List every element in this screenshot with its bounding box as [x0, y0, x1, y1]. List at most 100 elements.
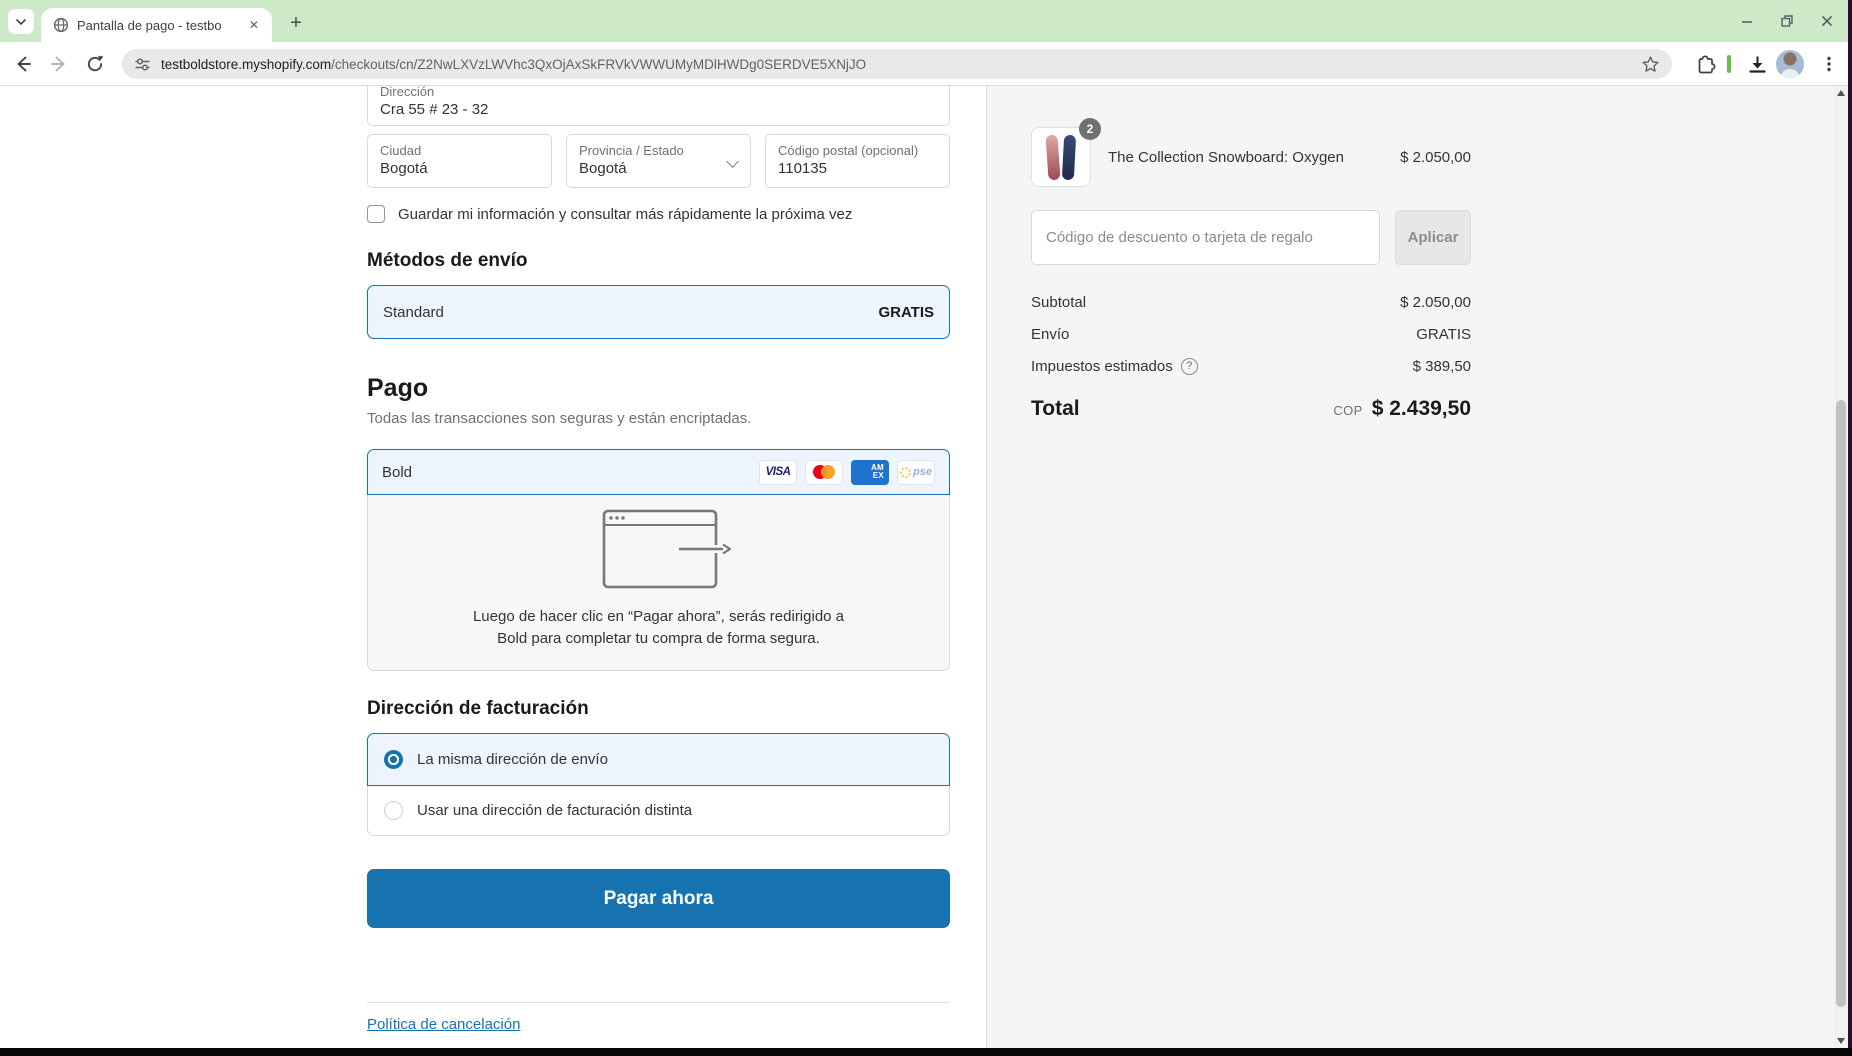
postal-code-field[interactable]: Código postal (opcional) [765, 134, 950, 188]
shipping-value: GRATIS [1416, 326, 1471, 343]
minimize-icon[interactable] [1736, 10, 1758, 32]
extensions-puzzle-icon[interactable] [1692, 51, 1718, 77]
total-value: $ 2.439,50 [1372, 397, 1471, 421]
checkout-form-pane: Dirección Ciudad Provincia / Estado Códi… [0, 86, 986, 1048]
pay-now-button[interactable]: Pagar ahora [367, 869, 950, 928]
redirect-text-line2: Bold para completar tu compra de forma s… [473, 628, 844, 650]
billing-option-same[interactable]: La misma dirección de envío [367, 733, 950, 786]
bookmark-star-icon[interactable] [1641, 55, 1660, 74]
address-label: Dirección [380, 86, 937, 100]
payment-heading: Pago [367, 374, 950, 403]
billing-option-same-label: La misma dirección de envío [417, 751, 608, 768]
close-window-icon[interactable] [1816, 10, 1838, 32]
scrollbar-thumb[interactable] [1836, 400, 1846, 1007]
total-label: Total [1031, 397, 1080, 421]
save-info-label: Guardar mi información y consultar más r… [398, 206, 852, 223]
address-field[interactable]: Dirección [367, 86, 950, 126]
window-controls [1736, 0, 1838, 42]
product-name: The Collection Snowboard: Oxygen [1108, 149, 1383, 166]
amex-icon: AMEX [851, 460, 889, 485]
desktop-edge-bottom [0, 1048, 1852, 1056]
payment-provider-option[interactable]: Bold VISA AMEX pse [367, 449, 950, 495]
taxes-row: Impuestos estimados ? $ 389,50 [1031, 350, 1471, 382]
profile-avatar[interactable] [1776, 50, 1804, 78]
footer-divider [367, 1002, 950, 1003]
download-icon[interactable] [1744, 51, 1770, 77]
subtotal-value: $ 2.050,00 [1400, 294, 1471, 311]
shipping-method-name: Standard [383, 304, 444, 321]
page-scrollbar[interactable] [1834, 86, 1848, 1048]
cart-item-row: 2 The Collection Snowboard: Oxygen $ 2.0… [1031, 127, 1471, 187]
payment-redirect-panel: Luego de hacer clic en “Pagar ahora”, se… [367, 495, 950, 671]
cancellation-policy-link[interactable]: Política de cancelación [367, 1016, 520, 1033]
browser-redirect-illustration [579, 505, 739, 600]
back-icon[interactable] [10, 51, 36, 77]
apply-discount-button[interactable]: Aplicar [1395, 210, 1471, 265]
postal-code-input[interactable] [778, 159, 937, 179]
shipping-methods-heading: Métodos de envío [367, 250, 950, 272]
payment-method-widget: Bold VISA AMEX pse [367, 449, 950, 671]
visa-icon: VISA [759, 460, 797, 485]
city-input[interactable] [380, 159, 539, 179]
pse-icon: pse [897, 460, 935, 485]
subtotal-row: Subtotal $ 2.050,00 [1031, 286, 1471, 318]
tab-close-icon[interactable]: ✕ [246, 17, 262, 33]
tab-search-chevron-icon[interactable] [8, 9, 34, 34]
url-path: /checkouts/cn/Z2NwLXVzLWVhc3QxOjAxSkFRVk… [331, 57, 866, 72]
shipping-row: Envío GRATIS [1031, 318, 1471, 350]
radio-selected-icon[interactable] [384, 750, 403, 769]
order-summary-pane: 2 The Collection Snowboard: Oxygen $ 2.0… [986, 86, 1852, 1048]
product-price: $ 2.050,00 [1400, 149, 1471, 166]
scrollbar-up-arrow-icon[interactable] [1834, 86, 1848, 100]
billing-option-different[interactable]: Usar una dirección de facturación distin… [367, 786, 950, 836]
reload-icon[interactable] [82, 51, 108, 77]
payment-subtitle: Todas las transacciones son seguras y es… [367, 410, 950, 427]
radio-unselected-icon[interactable] [384, 801, 403, 820]
forward-icon[interactable] [46, 51, 72, 77]
total-row: Total COP $ 2.439,50 [1031, 397, 1471, 421]
payment-provider-name: Bold [382, 464, 412, 481]
restore-icon[interactable] [1776, 10, 1798, 32]
desktop-edge-right [1848, 0, 1852, 1056]
province-label: Provincia / Estado [579, 143, 738, 159]
tab-title: Pantalla de pago - testbo [77, 18, 238, 33]
browser-tab[interactable]: Pantalla de pago - testbo ✕ [41, 8, 272, 42]
totals-rows: Subtotal $ 2.050,00 Envío GRATIS Impuest… [1031, 286, 1471, 382]
shipping-label: Envío [1031, 326, 1069, 343]
city-label: Ciudad [380, 143, 539, 159]
billing-address-heading: Dirección de facturación [367, 698, 950, 720]
redirect-text-line1: Luego de hacer clic en “Pagar ahora”, se… [473, 606, 844, 628]
extension-indicator [1727, 55, 1731, 73]
postal-code-label: Código postal (opcional) [778, 143, 937, 159]
help-icon[interactable]: ? [1181, 358, 1198, 375]
taxes-value: $ 389,50 [1413, 358, 1471, 375]
mastercard-icon [805, 460, 843, 485]
shipping-method-option[interactable]: Standard GRATIS [367, 285, 950, 339]
checkout-page: Dirección Ciudad Provincia / Estado Códi… [0, 86, 1852, 1048]
province-select[interactable]: Provincia / Estado [566, 134, 751, 188]
shipping-method-price: GRATIS [878, 304, 934, 321]
discount-code-input[interactable] [1031, 210, 1380, 265]
menu-dots-icon[interactable] [1816, 51, 1842, 77]
billing-option-different-label: Usar una dirección de facturación distin… [417, 802, 692, 819]
province-value[interactable] [579, 159, 738, 179]
new-tab-icon[interactable]: + [282, 9, 310, 37]
quantity-badge: 2 [1079, 118, 1101, 140]
taxes-label: Impuestos estimados [1031, 358, 1173, 375]
card-brand-icons: VISA AMEX pse [759, 460, 935, 485]
subtotal-label: Subtotal [1031, 294, 1086, 311]
save-info-checkbox[interactable] [367, 205, 385, 223]
url-domain: testboldstore.myshopify.com [161, 57, 331, 72]
scrollbar-down-arrow-icon[interactable] [1834, 1034, 1848, 1048]
url-text: testboldstore.myshopify.com/checkouts/cn… [161, 57, 1631, 72]
globe-favicon-icon [53, 17, 69, 33]
discount-row: Aplicar [1031, 210, 1471, 265]
total-currency: COP [1333, 403, 1362, 418]
billing-options-group: La misma dirección de envío Usar una dir… [367, 733, 950, 836]
city-field[interactable]: Ciudad [367, 134, 552, 188]
site-controls-icon[interactable] [134, 56, 151, 73]
browser-toolbar: testboldstore.myshopify.com/checkouts/cn… [0, 42, 1852, 86]
browser-tab-strip: Pantalla de pago - testbo ✕ + [0, 0, 1852, 42]
url-bar[interactable]: testboldstore.myshopify.com/checkouts/cn… [122, 49, 1672, 79]
address-input[interactable] [380, 100, 937, 120]
